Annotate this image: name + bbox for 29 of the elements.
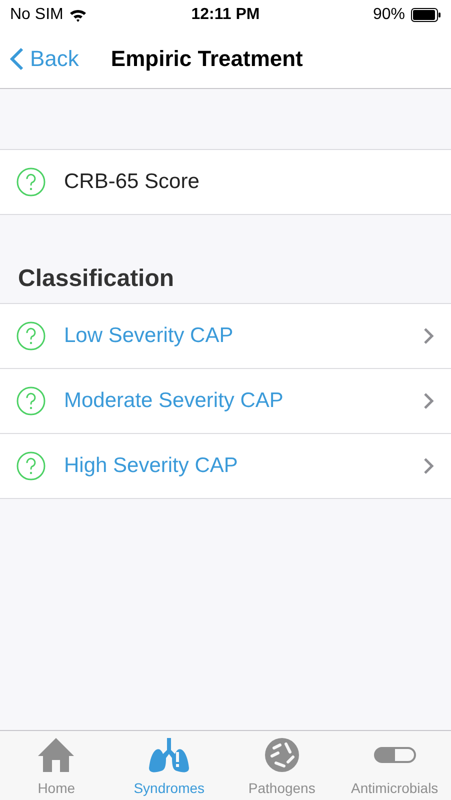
help-icon bbox=[16, 321, 46, 351]
back-button[interactable]: Back bbox=[0, 46, 89, 72]
screen-title: Empiric Treatment bbox=[110, 46, 303, 72]
chevron-icon bbox=[423, 457, 435, 475]
row-label: CRB-65 Score bbox=[64, 170, 200, 194]
row-label: Moderate Severity CAP bbox=[64, 389, 284, 413]
help-icon bbox=[16, 386, 46, 416]
battery-percent: 90% bbox=[372, 6, 405, 24]
tab[interactable]: Antimicrobials bbox=[338, 731, 451, 800]
list-row[interactable]: Moderate Severity CAP bbox=[0, 368, 451, 433]
wifi-icon bbox=[69, 8, 88, 22]
lungs-icon bbox=[147, 736, 192, 774]
list-row[interactable]: Low Severity CAP bbox=[0, 304, 451, 368]
help-icon bbox=[16, 167, 46, 197]
row-label: High Severity CAP bbox=[64, 454, 239, 478]
row-label: Low Severity CAP bbox=[64, 324, 234, 348]
time-text: 12:11 PM bbox=[191, 6, 260, 24]
carrier-text: No SIM bbox=[10, 6, 64, 24]
tab[interactable]: Home bbox=[0, 731, 113, 800]
battery-icon bbox=[410, 8, 441, 22]
chevron-icon bbox=[423, 327, 435, 345]
tab[interactable]: Syndromes bbox=[112, 731, 226, 800]
section-header: Classification bbox=[17, 264, 176, 294]
help-icon bbox=[16, 451, 46, 481]
list-row[interactable]: CRB-65 Score bbox=[0, 150, 451, 214]
list-row[interactable]: High Severity CAP bbox=[0, 433, 451, 498]
chevron-left-icon bbox=[10, 47, 24, 71]
chevron-icon bbox=[423, 392, 435, 410]
tab[interactable]: Pathogens bbox=[226, 731, 338, 800]
